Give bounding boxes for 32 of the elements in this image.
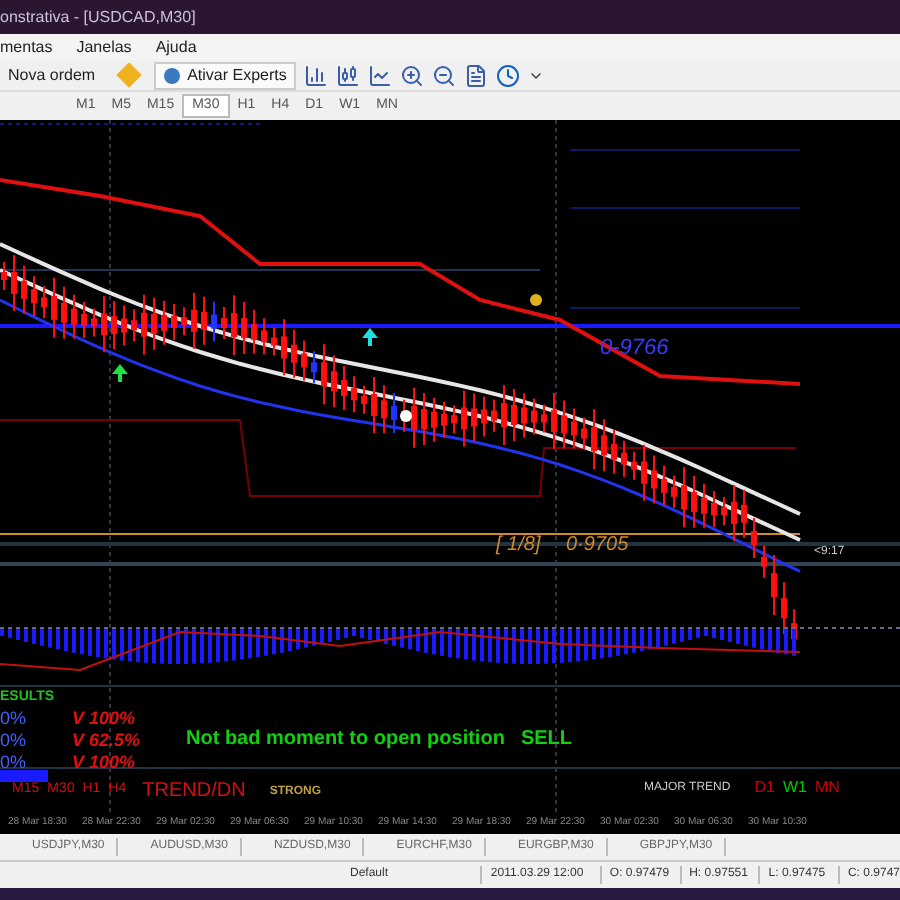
- dot-marker: [400, 410, 412, 422]
- candlestick-icon[interactable]: [336, 63, 361, 87]
- trend-period: MN: [814, 776, 840, 800]
- result-percent: 0%: [0, 750, 27, 776]
- result-value: V 100%: [72, 750, 136, 776]
- clock-icon[interactable]: [496, 63, 521, 87]
- trend-period: D1: [754, 776, 775, 800]
- up-arrow-icon: [112, 364, 128, 382]
- indicator-bar: [0, 770, 48, 782]
- experts-button[interactable]: Ativar Experts: [153, 61, 297, 89]
- line-chart-icon[interactable]: [368, 63, 393, 87]
- menu-item[interactable]: mentas: [0, 35, 53, 59]
- menu-item[interactable]: Janelas: [76, 35, 132, 59]
- result-percent: 0%: [0, 728, 27, 754]
- result-value: V 100%: [72, 706, 136, 732]
- result-percent: 0%: [0, 706, 27, 732]
- menu-item[interactable]: Ajuda: [155, 35, 197, 59]
- result-value: V 62.5%: [72, 728, 141, 754]
- window-title: onstrativa - [USDCAD,M30]: [0, 5, 196, 29]
- trend-period: W1: [782, 776, 807, 800]
- zoom-in-icon[interactable]: [400, 63, 425, 87]
- price-label: 0·9705: [566, 532, 629, 560]
- up-arrow-icon: [362, 328, 378, 346]
- dot-marker: [530, 294, 542, 306]
- template-icon[interactable]: [464, 63, 489, 87]
- signal-label: SELL: [520, 726, 572, 754]
- trend-direction: TREND/DN: [142, 781, 246, 801]
- level-label: [ 1/8]: [496, 532, 541, 560]
- new-order-button[interactable]: Nova ordem: [0, 61, 104, 89]
- bar-chart-icon[interactable]: [304, 63, 329, 87]
- zoom-out-icon[interactable]: [432, 63, 457, 87]
- signal-message: Not bad moment to open position: [186, 726, 505, 754]
